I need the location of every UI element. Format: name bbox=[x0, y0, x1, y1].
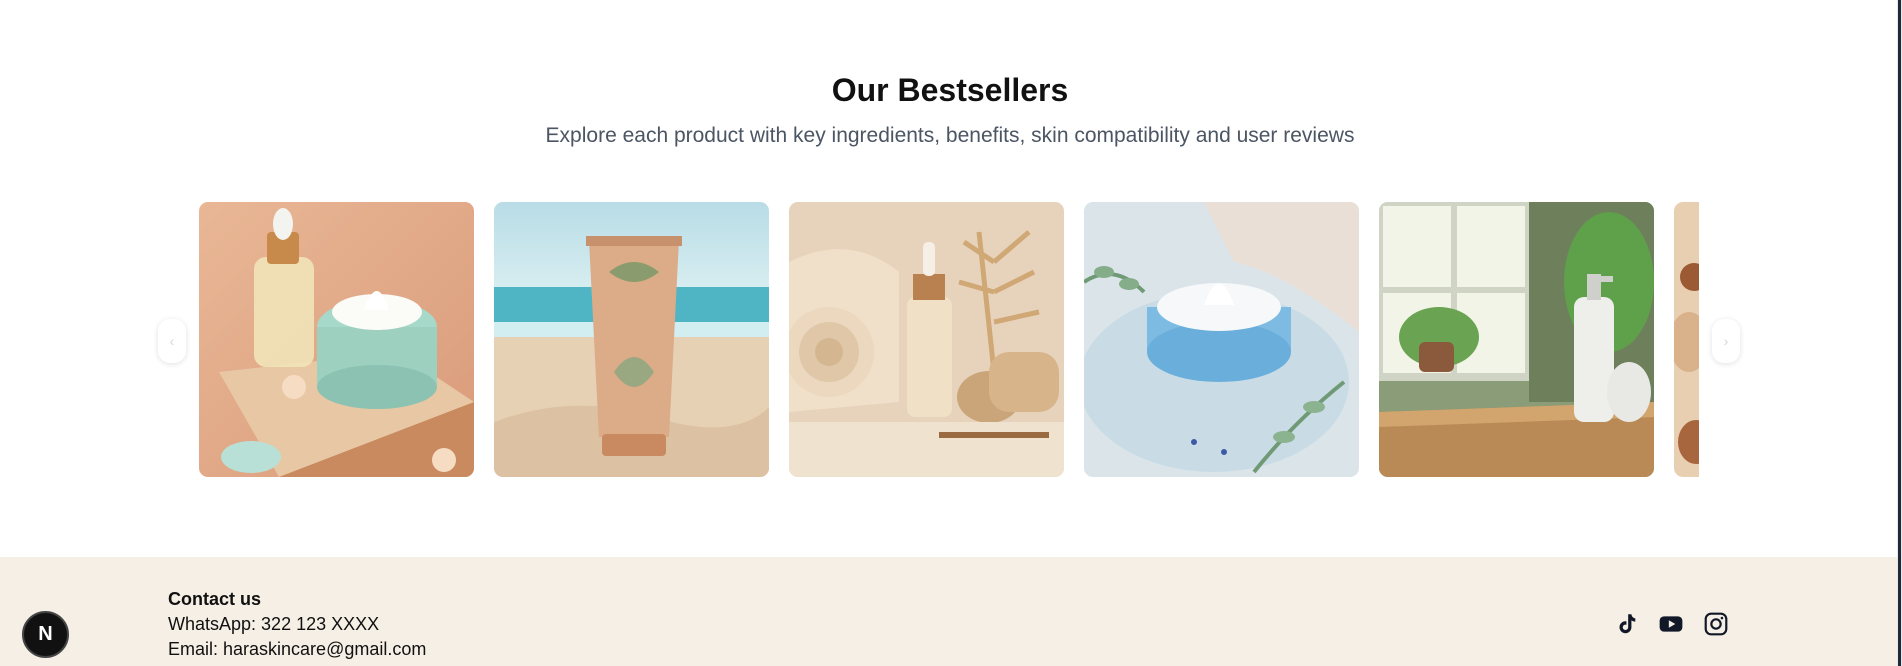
badge-letter: N bbox=[38, 623, 53, 645]
product-image bbox=[199, 202, 474, 477]
tiktok-link[interactable] bbox=[1613, 611, 1639, 637]
instagram-link[interactable] bbox=[1703, 611, 1729, 637]
nextjs-badge[interactable]: N bbox=[22, 611, 69, 658]
product-card[interactable] bbox=[1379, 202, 1654, 477]
product-card[interactable] bbox=[494, 202, 769, 477]
product-image bbox=[789, 202, 1064, 477]
product-image bbox=[494, 202, 769, 477]
product-card[interactable] bbox=[789, 202, 1064, 477]
page-scrollbar-thumb[interactable] bbox=[1898, 0, 1901, 666]
product-card[interactable] bbox=[1084, 202, 1359, 477]
email-contact: Email: haraskincare@gmail.com bbox=[168, 639, 427, 659]
product-image bbox=[1084, 202, 1359, 477]
youtube-link[interactable] bbox=[1658, 611, 1684, 637]
instagram-icon bbox=[1704, 612, 1728, 636]
tiktok-icon bbox=[1619, 614, 1636, 634]
product-image bbox=[1379, 202, 1654, 477]
contact-title: Contact us bbox=[168, 589, 262, 609]
product-carousel bbox=[199, 202, 1699, 477]
youtube-icon bbox=[1659, 616, 1683, 632]
section-title: Our Bestsellers bbox=[831, 72, 1069, 108]
chevron-left-icon: ‹ bbox=[169, 333, 175, 349]
section-subtitle: Explore each product with key ingredient… bbox=[545, 124, 1355, 147]
product-card[interactable] bbox=[1674, 202, 1699, 477]
carousel-prev-button[interactable]: ‹ bbox=[158, 319, 186, 363]
product-image bbox=[1674, 202, 1699, 477]
chevron-right-icon: › bbox=[1723, 333, 1729, 349]
carousel-next-button[interactable]: › bbox=[1712, 319, 1740, 363]
whatsapp-contact: WhatsApp: 322 123 XXXX bbox=[168, 614, 380, 634]
product-card[interactable] bbox=[199, 202, 474, 477]
